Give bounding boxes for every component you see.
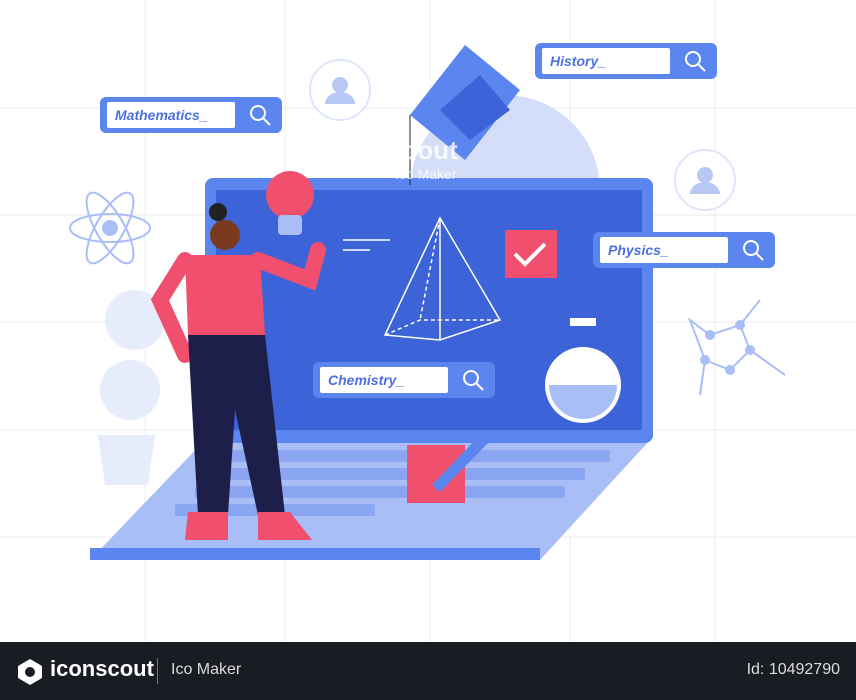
footer-author: Ico Maker <box>171 661 242 678</box>
footer-brand: iconscout <box>50 656 154 681</box>
physics-search-input[interactable]: Physics_ <box>600 237 728 263</box>
chemistry-search-input[interactable]: Chemistry_ <box>320 367 448 393</box>
watermark-sub: Ico Maker <box>395 166 457 182</box>
checkbox-icon <box>505 230 557 278</box>
search-icon[interactable] <box>741 238 765 262</box>
footer-id: Id: 10492790 <box>746 661 840 678</box>
physics-search-bar[interactable]: Physics_ <box>593 232 775 268</box>
footer-bar: iconscout Ico Maker Id: 10492790 <box>0 642 856 700</box>
divider <box>157 658 158 684</box>
search-icon[interactable] <box>461 368 485 392</box>
search-icon[interactable] <box>248 103 272 127</box>
history-search-bar[interactable]: History_ <box>535 43 717 79</box>
search-icon[interactable] <box>683 49 707 73</box>
molecule-icon <box>687 299 786 396</box>
chemistry-search-bar[interactable]: Chemistry_ <box>313 362 495 398</box>
mathematics-search-input[interactable]: Mathematics_ <box>107 102 235 128</box>
plant-icon <box>98 290 165 485</box>
mathematics-search-bar[interactable]: Mathematics_ <box>100 97 282 133</box>
watermark-brand: iconscout <box>335 135 458 165</box>
history-search-input[interactable]: History_ <box>542 48 670 74</box>
iconscout-logo-icon <box>18 659 42 685</box>
atom-icon <box>69 191 151 265</box>
